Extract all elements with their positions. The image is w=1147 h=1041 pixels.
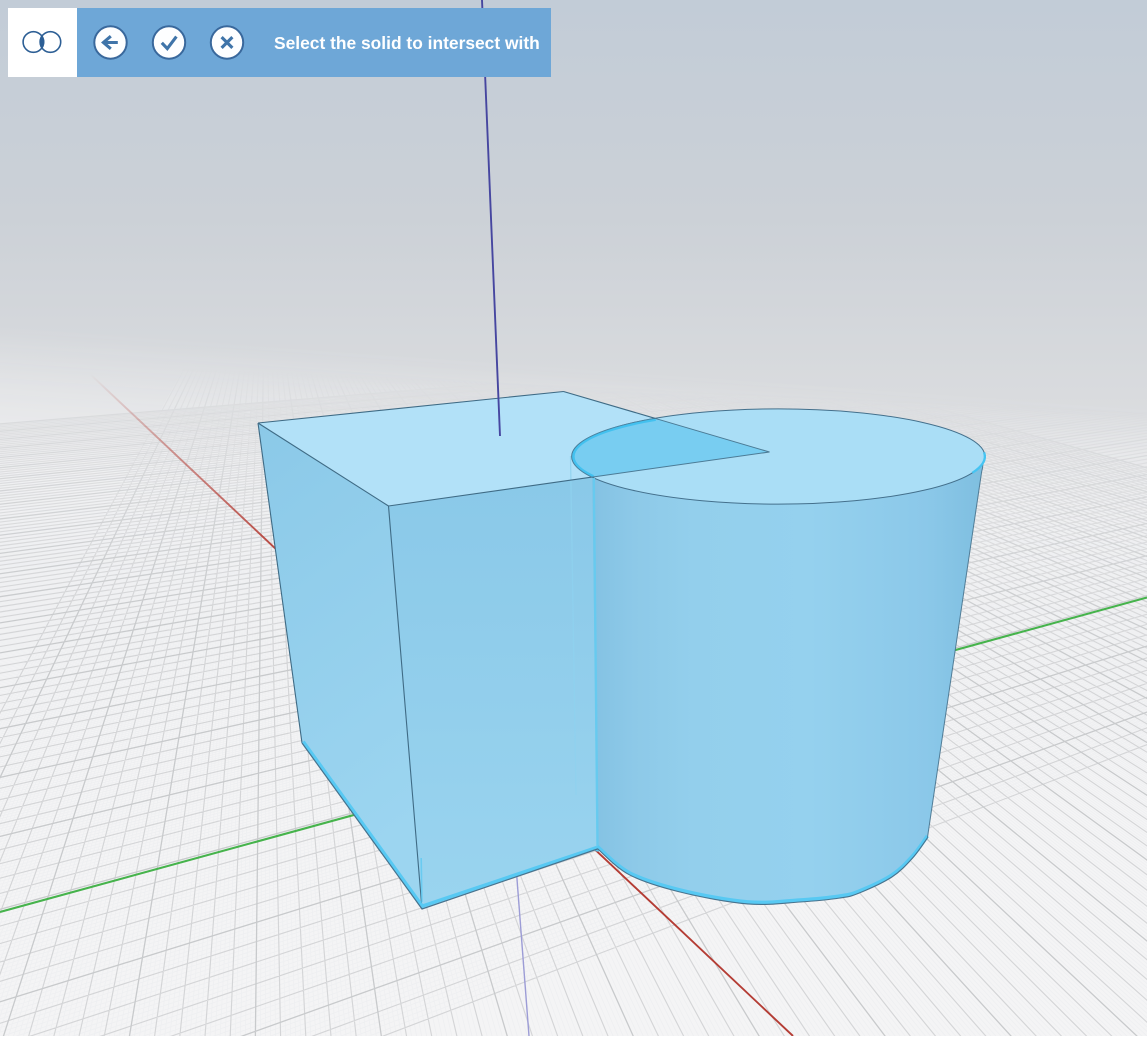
svg-text:Select the solid to intersect: Select the solid to intersect with bbox=[274, 33, 540, 53]
